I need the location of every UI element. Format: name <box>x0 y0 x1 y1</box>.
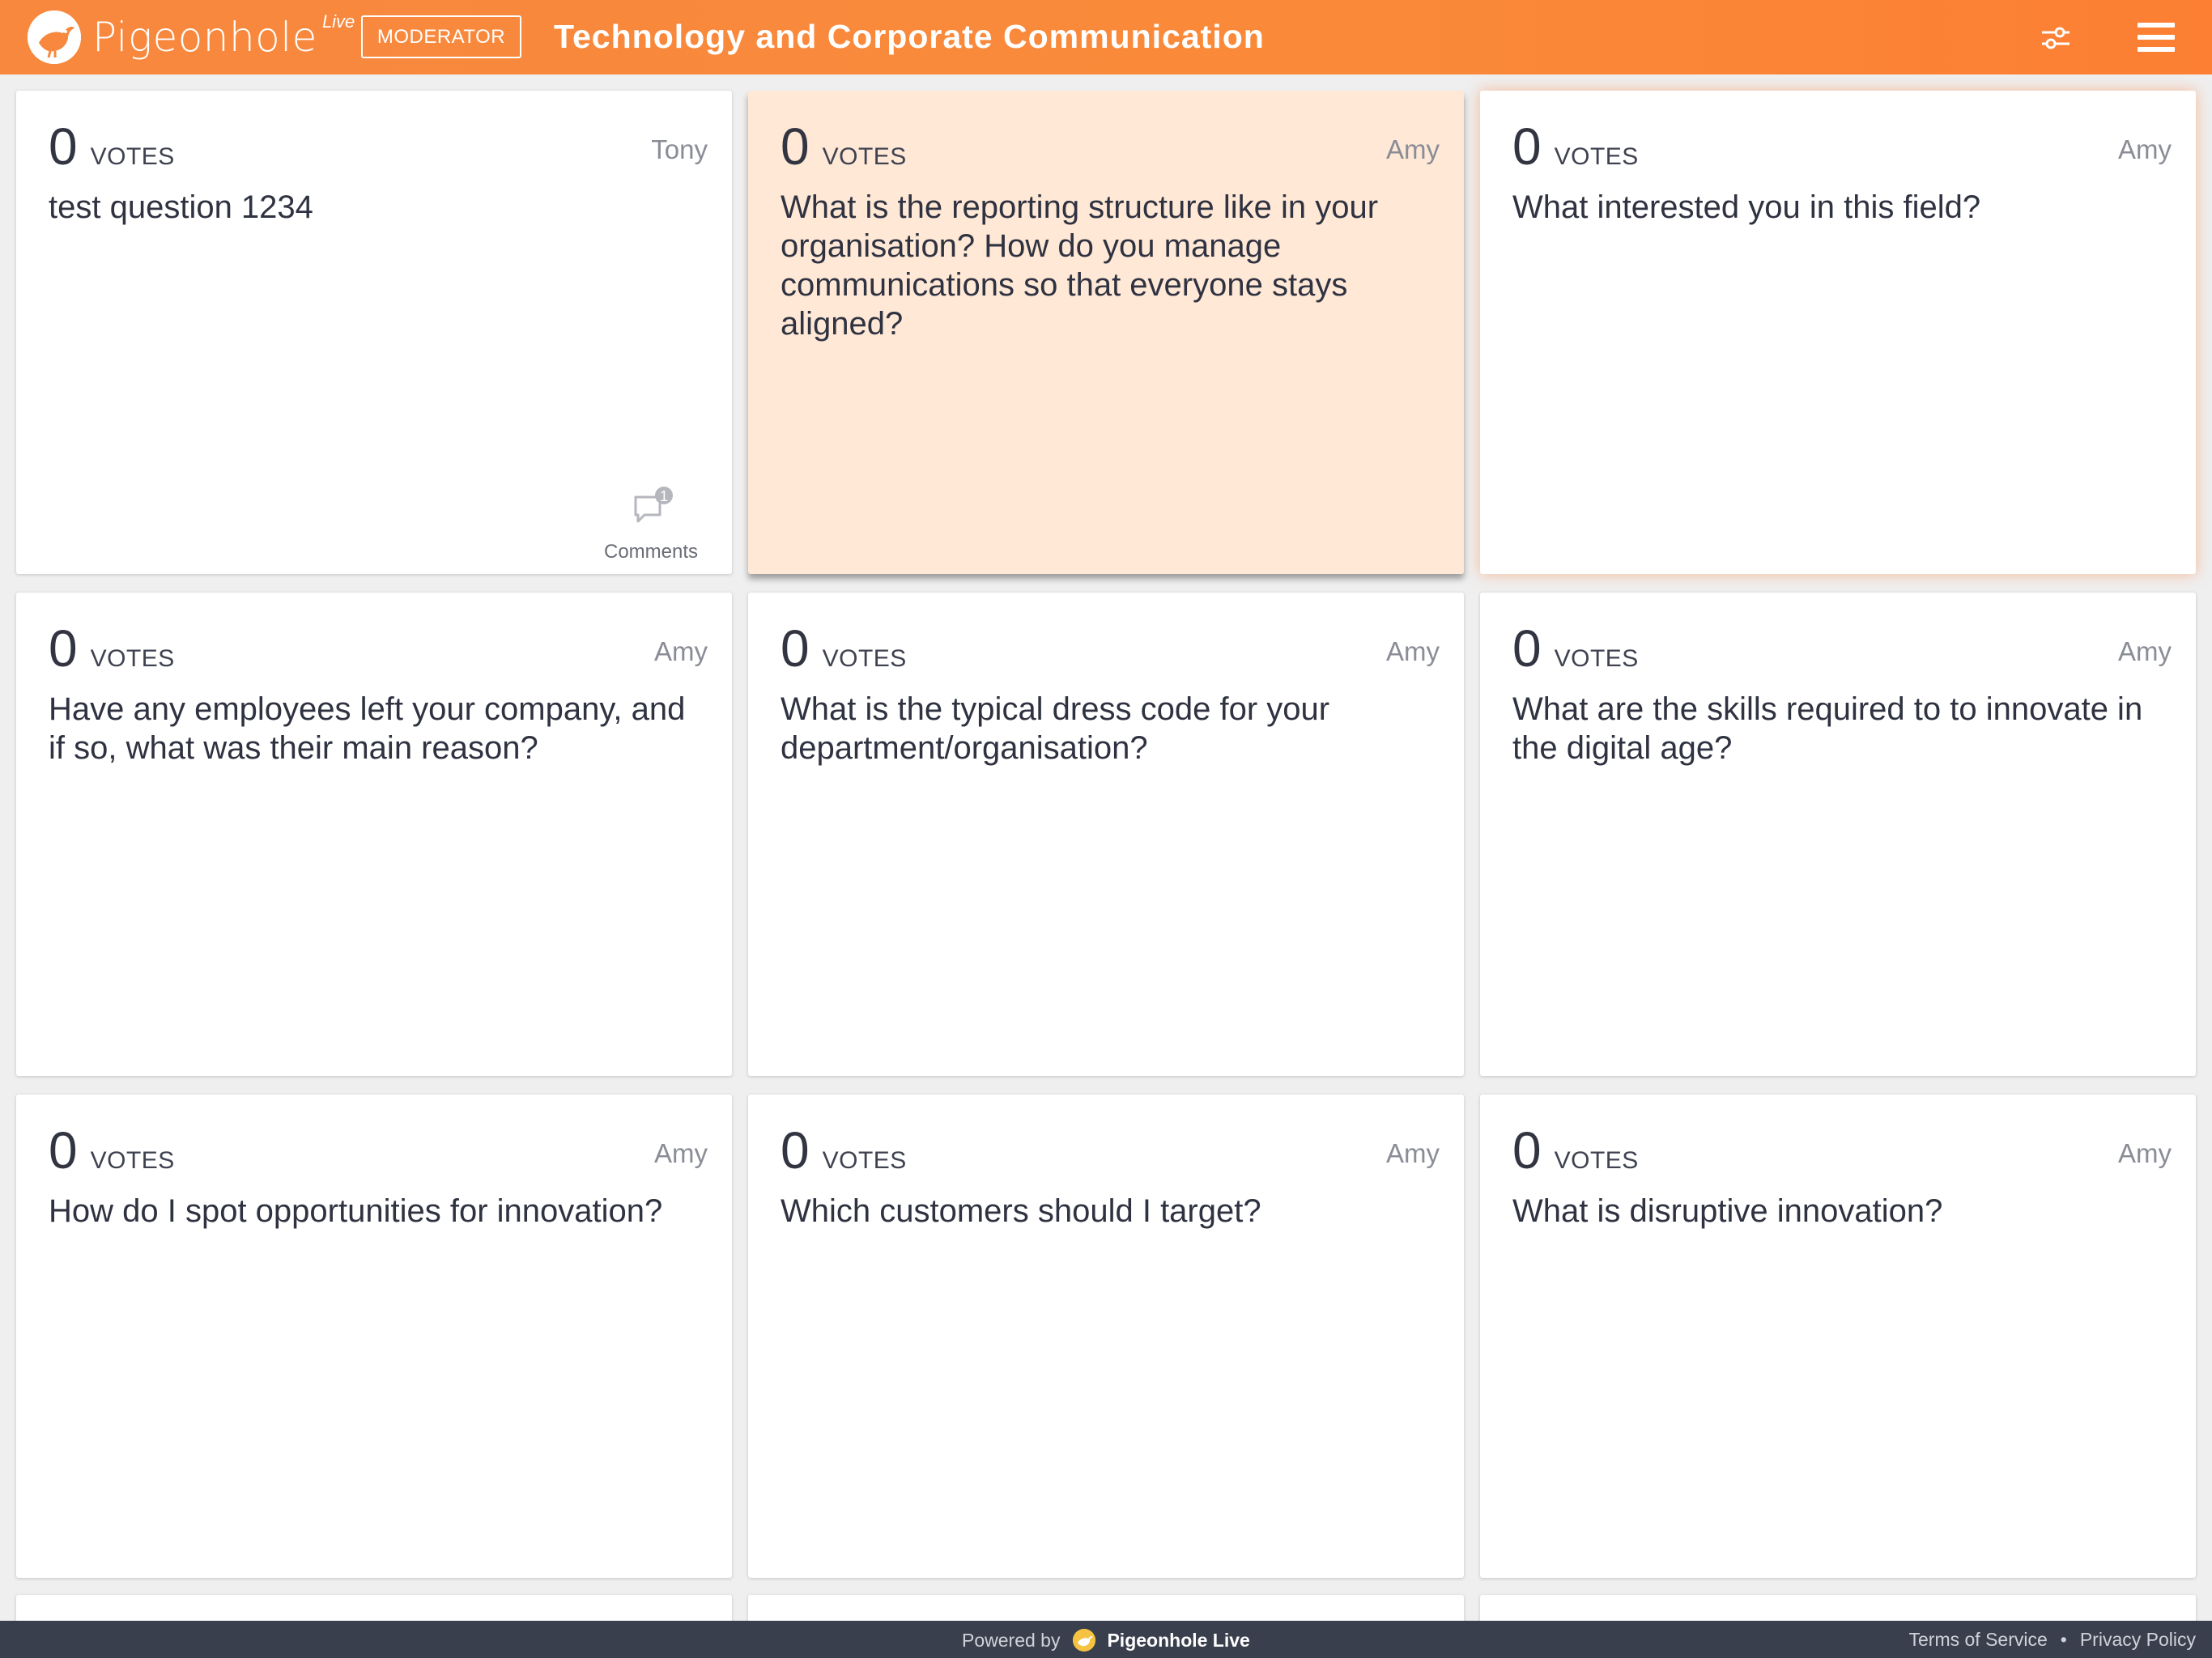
top-bar: Pigeonhole Live MODERATOR Technology and… <box>0 0 2212 74</box>
votes-label: VOTES <box>822 143 907 170</box>
vote-count: 0 VOTES <box>781 1120 907 1180</box>
vote-count: 0 VOTES <box>781 117 907 176</box>
question-author: Amy <box>2118 134 2172 164</box>
question-card[interactable]: 0 VOTES Amy Which customers should I tar… <box>748 1095 1464 1578</box>
question-text: What are the skills required to to innov… <box>1512 691 2143 766</box>
vote-count: 0 VOTES <box>49 619 175 678</box>
question-author: Amy <box>1386 134 1440 164</box>
question-card[interactable]: 0 VOTES Amy How do I spot opportunities … <box>16 1095 732 1578</box>
event-title: Technology and Corporate Communication <box>554 18 1265 55</box>
votes-label: VOTES <box>90 645 175 672</box>
vote-count: 0 VOTES <box>781 619 907 678</box>
votes-label: VOTES <box>1554 645 1639 672</box>
question-author: Tony <box>651 134 708 164</box>
footer: Powered by Pigeonhole Live Terms of Serv… <box>0 1621 2212 1658</box>
question-author: Amy <box>2118 1138 2172 1168</box>
question-text: test question 1234 <box>49 189 313 225</box>
pigeonhole-small-logo-icon <box>1073 1629 1096 1652</box>
question-card-selected[interactable]: 0 VOTES Amy What is the reporting struct… <box>748 91 1464 574</box>
pigeon-icon <box>28 11 81 64</box>
question-author: Amy <box>654 636 708 666</box>
question-card[interactable]: 0 VOTES Amy What is disruptive innovatio… <box>1480 1095 2196 1578</box>
question-card[interactable]: 0 VOTES Amy What is the typical dress co… <box>748 593 1464 1076</box>
terms-of-service-link[interactable]: Terms of Service <box>1909 1629 2048 1651</box>
comments-count-badge: 1 <box>660 488 668 504</box>
powered-by: Powered by Pigeonhole Live <box>962 1629 1250 1652</box>
powered-by-brand[interactable]: Pigeonhole Live <box>1107 1630 1249 1652</box>
vote-count: 0 VOTES <box>1512 619 1639 678</box>
votes-label: VOTES <box>90 143 175 170</box>
votes-label: VOTES <box>90 1147 175 1174</box>
vote-number: 0 <box>49 1121 78 1180</box>
question-card[interactable]: 0 VOTES Amy What interested you in this … <box>1480 91 2196 574</box>
vote-number: 0 <box>781 117 810 176</box>
powered-by-label: Powered by <box>962 1629 1061 1651</box>
votes-label: VOTES <box>822 1147 907 1174</box>
logo-wordmark: Pigeonhole <box>92 14 317 61</box>
question-author: Amy <box>1386 636 1440 666</box>
question-text: What interested you in this field? <box>1512 189 1981 225</box>
vote-number: 0 <box>1512 1121 1542 1180</box>
question-text: Have any employees left your company, an… <box>49 691 686 766</box>
pigeonhole-logo[interactable]: Pigeonhole Live <box>28 10 355 65</box>
sliders-icon[interactable] <box>2039 21 2073 55</box>
question-author: Amy <box>2118 636 2172 666</box>
footer-links: Terms of Service • Privacy Policy <box>1909 1629 2196 1651</box>
comment-bubble-icon: 1 <box>634 487 673 523</box>
vote-number: 0 <box>781 619 810 678</box>
votes-label: VOTES <box>822 645 907 672</box>
question-card[interactable]: 0 VOTES Tony test question 1234 1 Commen… <box>16 91 732 574</box>
hamburger-menu-icon[interactable] <box>2138 19 2176 55</box>
question-author: Amy <box>1386 1138 1440 1168</box>
votes-label: VOTES <box>1554 1147 1639 1174</box>
question-author: Amy <box>654 1138 708 1168</box>
question-text: What is disruptive innovation? <box>1512 1193 1943 1229</box>
question-text: Which customers should I target? <box>781 1193 1261 1229</box>
moderator-mode-button[interactable]: MODERATOR <box>361 15 521 58</box>
question-text: What is the reporting structure like in … <box>781 189 1379 342</box>
vote-number: 0 <box>1512 619 1542 678</box>
vote-number: 0 <box>49 117 78 176</box>
privacy-policy-link[interactable]: Privacy Policy <box>2080 1629 2196 1651</box>
vote-count: 0 VOTES <box>49 117 175 176</box>
question-card[interactable]: 0 VOTES Amy Have any employees left your… <box>16 593 732 1076</box>
comments-button[interactable]: 1 Comments <box>594 486 708 563</box>
vote-number: 0 <box>1512 117 1542 176</box>
footer-separator: • <box>2060 1629 2067 1650</box>
vote-number: 0 <box>49 619 78 678</box>
votes-label: VOTES <box>1554 143 1639 170</box>
vote-count: 0 VOTES <box>49 1120 175 1180</box>
question-card[interactable]: 0 VOTES Amy What are the skills required… <box>1480 593 2196 1076</box>
logo-live-tag: Live <box>321 11 355 32</box>
question-text: What is the typical dress code for your … <box>781 691 1330 766</box>
question-text: How do I spot opportunities for innovati… <box>49 1193 663 1229</box>
vote-count: 0 VOTES <box>1512 117 1639 176</box>
comments-label: Comments <box>603 541 699 563</box>
vote-count: 0 VOTES <box>1512 1120 1639 1180</box>
vote-number: 0 <box>781 1121 810 1180</box>
